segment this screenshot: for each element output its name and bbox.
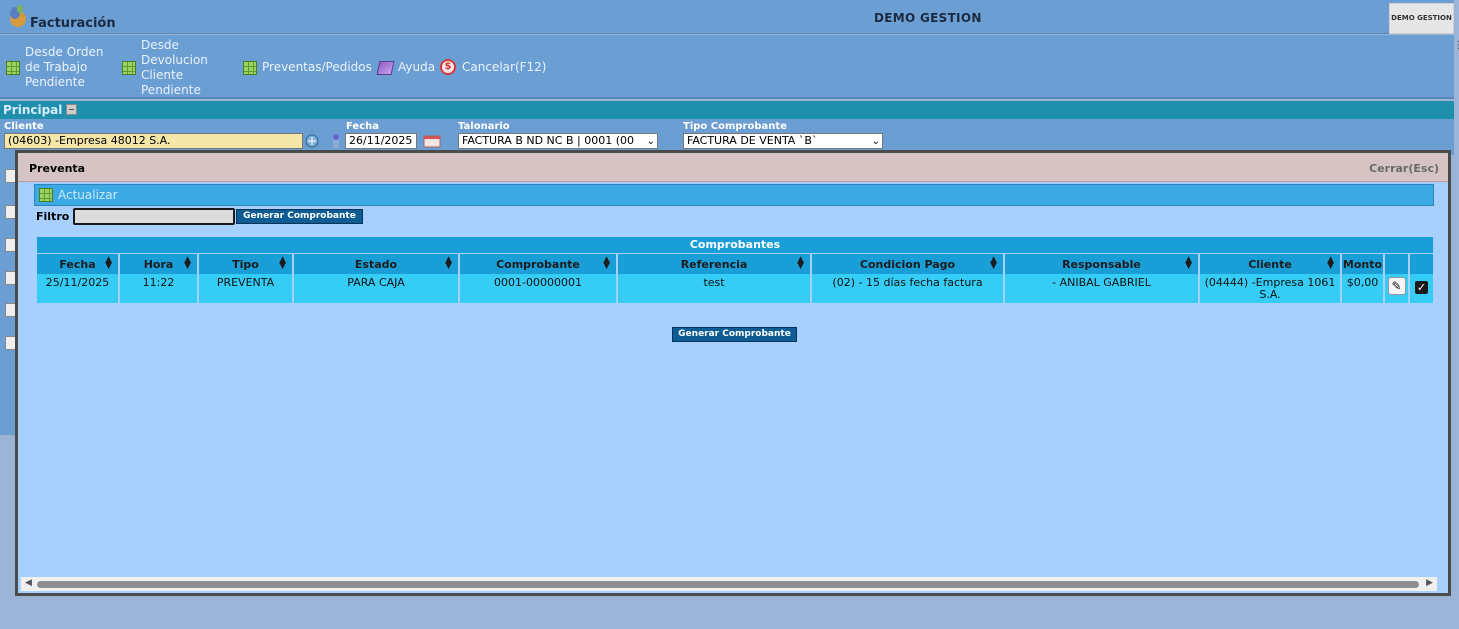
- fecha-label: Fecha: [346, 121, 380, 132]
- cell-condicion-pago: (02) - 15 días fecha factura: [812, 274, 1003, 303]
- book-icon: [376, 60, 395, 75]
- sort-icon: ▲ ▼: [279, 255, 286, 271]
- app-logo-icon: [10, 5, 26, 27]
- grid-icon: [122, 61, 136, 75]
- cell-select: ✓: [1410, 274, 1433, 303]
- app-title: Facturación: [30, 16, 116, 31]
- scrollbar-thumb[interactable]: [37, 581, 1419, 588]
- cell-cliente: (04444) -Empresa 1061 S.A.: [1200, 274, 1340, 303]
- filter-input[interactable]: [73, 208, 235, 225]
- cliente-field[interactable]: (04603) -Empresa 48012 S.A.: [4, 133, 303, 149]
- tipo-comprobante-value: FACTURA DE VENTA `B`: [687, 134, 818, 147]
- col-responsable[interactable]: Responsable ▲ ▼: [1005, 254, 1198, 274]
- ayuda-button[interactable]: Ayuda: [376, 60, 436, 75]
- cell-hora: 11:22: [120, 274, 197, 303]
- cancelar-label: Cancelar(F12): [462, 59, 547, 74]
- modal-title: Preventa: [29, 162, 86, 175]
- grid-icon: [6, 60, 20, 75]
- grid-icon: [39, 188, 53, 202]
- overflow-handle-icon: ⋮: [1454, 40, 1459, 51]
- app-header: Facturación DEMO GESTION DEMO GESTION: [0, 0, 1454, 34]
- toolbar: Desde Orden de Trabajo Pendiente Desde D…: [0, 35, 1454, 99]
- table-row[interactable]: 25/11/2025 11:22 PREVENTA PARA CAJA 0001…: [37, 274, 1433, 303]
- generate-button-bottom[interactable]: Generar Comprobante: [672, 327, 797, 342]
- col-estado[interactable]: Estado ▲ ▼: [294, 254, 458, 274]
- sort-icon: ▲ ▼: [445, 255, 452, 271]
- refresh-label: Actualizar: [58, 188, 118, 202]
- fecha-field[interactable]: 26/11/2025: [345, 133, 417, 149]
- principal-title: Principal: [3, 103, 63, 117]
- col-fecha[interactable]: Fecha ▲ ▼: [37, 254, 118, 274]
- scroll-right-icon[interactable]: ▶: [1426, 578, 1433, 588]
- modal-header: Preventa Cerrar(Esc): [18, 153, 1448, 182]
- sort-icon: ▲ ▼: [1327, 255, 1334, 271]
- company-logo: DEMO GESTION: [1389, 3, 1454, 34]
- sort-icon: ▲ ▼: [105, 255, 112, 271]
- tipo-comprobante-select[interactable]: FACTURA DE VENTA `B` ⌄: [683, 133, 883, 149]
- edit-document-icon[interactable]: ✎: [1387, 277, 1406, 295]
- comprobantes-table: Fecha ▲ ▼ Hora ▲ ▼ Tipo ▲ ▼ Estado ▲ ▼ Comproban…: [35, 254, 1435, 303]
- cell-responsable: - ANIBAL GABRIEL: [1005, 274, 1198, 303]
- grid-icon: [243, 60, 257, 75]
- table-title: Comprobantes: [37, 237, 1433, 253]
- tipo-comprobante-label: Tipo Comprobante: [683, 121, 787, 132]
- scroll-left-icon[interactable]: ◀: [25, 578, 32, 588]
- close-button[interactable]: Cerrar(Esc): [1369, 162, 1439, 175]
- search-client-icon[interactable]: [305, 134, 319, 148]
- preventas-button[interactable]: Preventas/Pedidos: [243, 60, 372, 75]
- sort-icon: ▲ ▼: [797, 255, 804, 271]
- chevron-down-icon: ⌄: [646, 136, 655, 147]
- ayuda-label: Ayuda: [398, 60, 436, 74]
- horizontal-scrollbar[interactable]: ◀ ▶: [21, 577, 1437, 591]
- cancelar-button[interactable]: $ Cancelar(F12): [440, 59, 546, 75]
- sort-icon: ▲ ▼: [184, 255, 191, 271]
- company-name: DEMO GESTION: [874, 11, 982, 25]
- cell-estado: PARA CAJA: [294, 274, 458, 303]
- col-hora[interactable]: Hora ▲ ▼: [120, 254, 197, 274]
- chevron-down-icon: ⌄: [871, 136, 880, 147]
- cliente-label: Cliente: [4, 121, 44, 132]
- row-select-checkbox[interactable]: ✓: [1415, 281, 1428, 294]
- desde-orden-label: Desde Orden de Trabajo Pendiente: [25, 45, 104, 89]
- preventas-label: Preventas/Pedidos: [262, 60, 372, 74]
- sort-icon: ▲ ▼: [603, 255, 610, 271]
- sort-icon: ▲ ▼: [990, 255, 997, 271]
- cell-fecha: 25/11/2025: [37, 274, 118, 303]
- col-condicion-pago[interactable]: Condicion Pago ▲ ▼: [812, 254, 1003, 274]
- cancel-icon: $: [440, 59, 456, 75]
- cell-monto: $0,00: [1342, 274, 1383, 303]
- calendar-icon[interactable]: [423, 134, 441, 148]
- col-select: [1410, 254, 1433, 274]
- col-cliente[interactable]: Cliente ▲ ▼: [1200, 254, 1340, 274]
- table-header-row: Fecha ▲ ▼ Hora ▲ ▼ Tipo ▲ ▼ Estado ▲ ▼ Comproban…: [37, 254, 1433, 274]
- cell-comprobante: 0001-00000001: [460, 274, 616, 303]
- desde-orden-button[interactable]: Desde Orden de Trabajo Pendiente: [6, 45, 116, 90]
- talonario-value: FACTURA B ND NC B | 0001 (00: [462, 134, 634, 147]
- user-icon[interactable]: [329, 134, 343, 148]
- preventa-modal: Preventa Cerrar(Esc) Actualizar Filtro G…: [15, 150, 1451, 596]
- collapse-icon[interactable]: [66, 104, 78, 115]
- cell-referencia: test: [618, 274, 810, 303]
- desde-devolucion-label: Desde Devolucion Cliente Pendiente: [141, 38, 208, 97]
- desde-devolucion-button[interactable]: Desde Devolucion Cliente Pendiente: [122, 38, 222, 98]
- col-comprobante[interactable]: Comprobante ▲ ▼: [460, 254, 616, 274]
- filter-label: Filtro: [36, 210, 70, 223]
- principal-section-header[interactable]: Principal: [0, 101, 1454, 119]
- col-action: [1385, 254, 1408, 274]
- cell-tipo: PREVENTA: [199, 274, 292, 303]
- sort-icon: ▲ ▼: [1185, 255, 1192, 271]
- talonario-select[interactable]: FACTURA B ND NC B | 0001 (00 ⌄: [458, 133, 658, 149]
- generate-button-top[interactable]: Generar Comprobante: [236, 209, 363, 224]
- cell-action: ✎: [1385, 274, 1408, 303]
- refresh-button[interactable]: Actualizar: [34, 184, 1434, 206]
- col-referencia[interactable]: Referencia ▲ ▼: [618, 254, 810, 274]
- col-monto[interactable]: Monto: [1342, 254, 1383, 274]
- col-tipo[interactable]: Tipo ▲ ▼: [199, 254, 292, 274]
- talonario-label: Talonario: [458, 121, 510, 132]
